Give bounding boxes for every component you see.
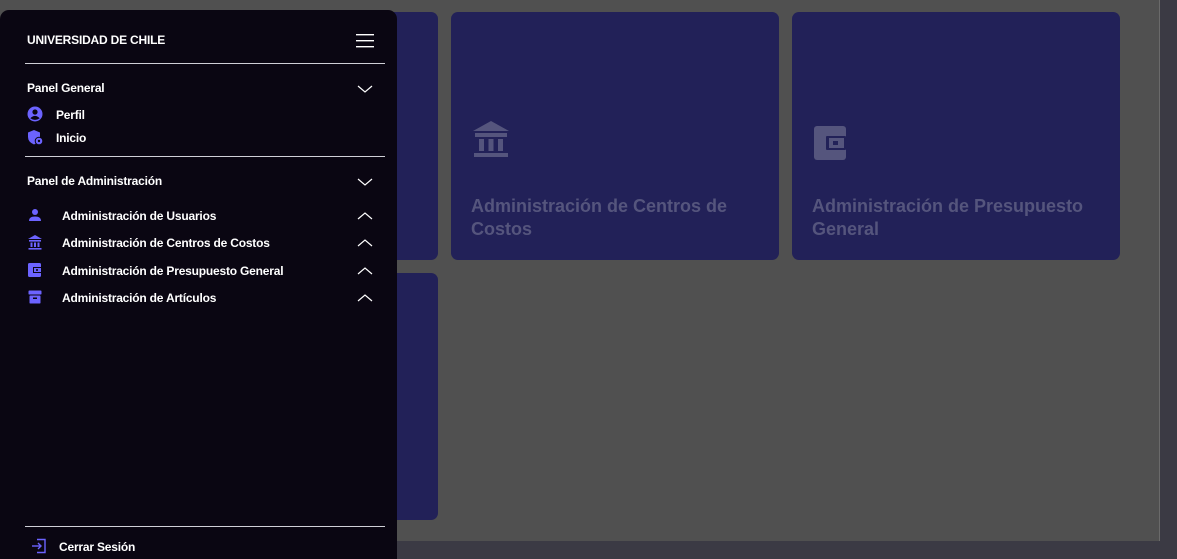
chevron-up-icon[interactable] [357,266,373,276]
sidebar-item-label: Inicio [56,131,87,145]
card-title: Administración de Presupuesto General [812,196,1084,239]
sidebar-item-label: Administración de Artículos [62,291,217,305]
chevron-down-icon[interactable] [357,177,373,187]
logout-button[interactable]: Cerrar Sesión [27,536,227,556]
bank-icon [28,235,42,250]
sidebar-item-inicio[interactable]: Inicio [27,127,347,147]
divider [25,63,385,64]
logout-label: Cerrar Sesión [59,540,136,554]
person-icon [29,209,41,221]
sidebar-item-centros-de-costos[interactable]: Administración de Centros de Costos [27,232,347,252]
chevron-up-icon[interactable] [357,211,373,221]
sidebar-drawer: UNIVERSIDAD DE CHILE Panel General Perfi… [0,10,397,559]
chevron-up-icon[interactable] [357,238,373,248]
archive-box-icon [28,290,42,304]
account-circle-icon [27,106,43,122]
sidebar-item-label: Administración de Usuarios [62,209,217,223]
sidebar-title: UNIVERSIDAD DE CHILE [27,33,166,47]
divider [25,526,385,527]
menu-icon[interactable] [354,32,376,50]
sidebar-item-usuarios[interactable]: Administración de Usuarios [27,205,347,225]
wallet-icon [28,263,42,277]
bank-icon [473,121,509,157]
card-presupuesto-general[interactable]: Administración de Presupuesto General [792,12,1120,260]
shield-home-icon [28,130,43,145]
chevron-up-icon[interactable] [357,293,373,303]
logout-icon [32,538,46,554]
chevron-down-icon[interactable] [357,84,373,94]
sidebar-item-perfil[interactable]: Perfil [27,104,347,124]
sidebar-item-articulos[interactable]: Administración de Artículos [27,287,347,307]
card-title: Administración de Centros de Costos [471,196,728,239]
sidebar-item-label: Perfil [56,108,85,122]
wallet-icon [814,126,846,160]
section-title-panel-general[interactable]: Panel General [27,81,105,95]
sidebar-item-presupuesto-general[interactable]: Administración de Presupuesto General [27,260,347,280]
divider [25,156,385,157]
card-centros-de-costos[interactable]: Administración de Centros de Costos [451,12,779,260]
section-title-panel-administracion[interactable]: Panel de Administración [27,174,162,188]
sidebar-item-label: Administración de Centros de Costos [62,236,270,250]
sidebar-item-label: Administración de Presupuesto General [62,264,284,278]
